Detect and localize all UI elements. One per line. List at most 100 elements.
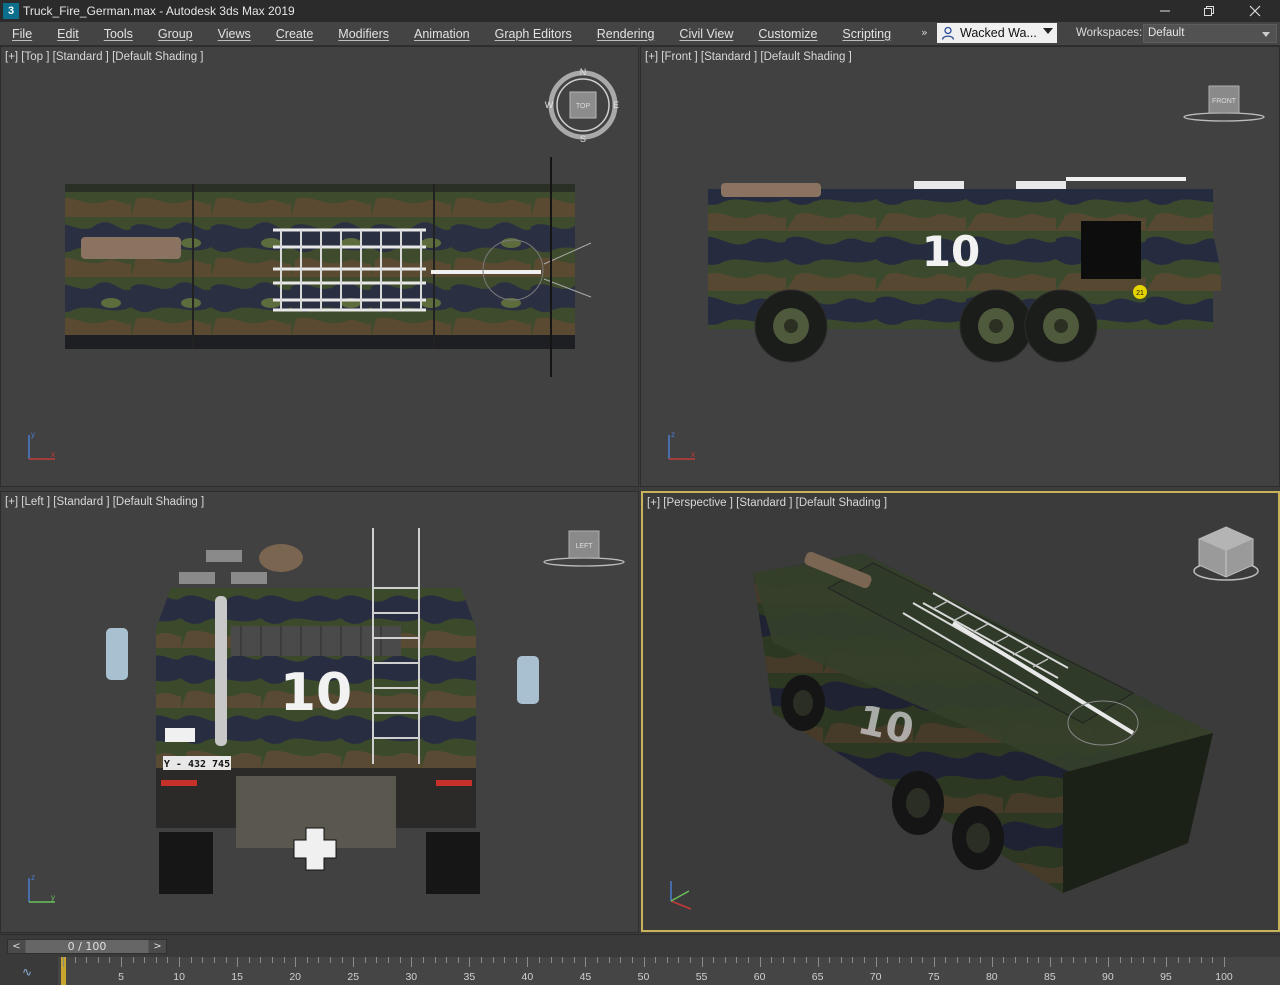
timeline-tick (620, 957, 622, 963)
viewcube-face-left: LEFT (575, 543, 593, 550)
timeline-tick (922, 957, 924, 963)
viewport-left[interactable]: [+] [Left ] [Standard ] [Default Shading… (0, 491, 639, 933)
timeline-tick (898, 957, 900, 963)
timeline-tick (771, 957, 773, 963)
restore-button[interactable] (1186, 0, 1232, 22)
menu-graph-editors[interactable]: Graph Editors (483, 27, 585, 41)
close-button[interactable] (1232, 0, 1278, 22)
timeline-tick (1107, 957, 1109, 967)
timeline-tick (167, 957, 169, 963)
timeline-tick (399, 957, 401, 963)
timeline-tick (422, 957, 424, 963)
menu-scripting[interactable]: Scripting (830, 27, 904, 41)
time-slider[interactable]: < 0 / 100 > (7, 939, 167, 954)
timeline-tick (213, 957, 215, 963)
viewcube[interactable]: FRONT (1181, 83, 1267, 123)
app-icon: 3 (3, 3, 19, 19)
minimize-button[interactable] (1142, 0, 1188, 22)
timeline-tick (1142, 957, 1144, 963)
workspace-value: Default (1148, 27, 1185, 39)
timeline-tick (539, 957, 540, 963)
window-title: Truck_Fire_German.max - Autodesk 3ds Max… (23, 4, 295, 18)
truck-model-front-view[interactable]: 10 21 (696, 171, 1236, 371)
timeline-tick (1073, 957, 1075, 963)
timeline-tick-label: 75 (927, 971, 940, 983)
timeline-tick-label: 10 (173, 971, 185, 983)
menu-edit[interactable]: Edit (45, 27, 92, 41)
svg-text:z: z (31, 873, 35, 882)
menu-animation[interactable]: Animation (402, 27, 483, 41)
menu-modifiers[interactable]: Modifiers (326, 27, 402, 41)
menu-file[interactable]: File (0, 27, 45, 41)
timeline-tick-label: 80 (985, 971, 998, 983)
timeline-tick (330, 957, 332, 963)
timeline-tick (376, 957, 378, 963)
menu-group[interactable]: Group (146, 27, 206, 41)
menu-bar: File Edit Tools Group Views Create Modif… (0, 22, 1280, 46)
menu-tools[interactable]: Tools (92, 27, 146, 41)
timeline-tick (469, 957, 471, 967)
timeline-tick (689, 957, 691, 963)
next-frame-button[interactable]: > (149, 940, 166, 953)
axis-gizmo (670, 881, 692, 910)
timeline-tick (446, 957, 448, 963)
timeline-tick (155, 957, 157, 963)
user-label: Wacked Wa... (960, 26, 1037, 40)
timeline-tick (132, 957, 134, 963)
timeline-bar: < 0 / 100 > ∿ 5 10 15 20 25 30 35 40 45 50 55 60 65 7… (0, 934, 1280, 985)
viewport-front[interactable]: [+] [Front ] [Standard ] [Default Shadin… (640, 46, 1280, 487)
timeline-tick (840, 957, 842, 963)
menu-overflow-button[interactable]: » (921, 26, 928, 39)
chevron-down-icon (1043, 28, 1053, 34)
viewport-label[interactable]: [+] [Perspective ] [Standard ] [Default … (647, 497, 887, 509)
timeline-tick (980, 957, 982, 963)
track-bar[interactable]: 5 10 15 20 25 30 35 40 45 50 55 60 65 70 75 80 85 90 95 100 (58, 957, 1280, 985)
timeline-tick (794, 957, 796, 963)
timeline-tick-label: 60 (753, 971, 766, 983)
menu-views[interactable]: Views (206, 27, 264, 41)
viewport-label[interactable]: [+] [Left ] [Standard ] [Default Shading… (5, 496, 204, 508)
svg-text:z: z (671, 430, 675, 439)
menu-create[interactable]: Create (264, 27, 327, 41)
timeline-tick (1119, 957, 1121, 963)
timeline-tick (643, 957, 645, 967)
timeline-tick (1131, 957, 1133, 963)
truck-model-perspective-view[interactable]: 10 (733, 533, 1233, 903)
timeline-tick (411, 957, 413, 967)
timeline-tick (318, 957, 320, 963)
timeline-tick (248, 957, 250, 963)
compass-west: W (545, 100, 554, 110)
timeline-tick (864, 957, 866, 963)
timeline-tick (515, 957, 517, 963)
timeline-tick (701, 957, 703, 967)
viewport-label[interactable]: [+] [Front ] [Standard ] [Default Shadin… (645, 51, 852, 63)
timeline-tick (875, 957, 877, 967)
timeline-tick (956, 957, 958, 963)
timeline-tick (655, 957, 657, 963)
viewport-top[interactable]: [+] [Top ] [Standard ] [Default Shading … (0, 46, 639, 487)
timeline-tick (480, 957, 482, 963)
viewcube[interactable]: LEFT (541, 528, 627, 568)
workspace-dropdown[interactable]: Default (1143, 24, 1277, 43)
timeline-tick (759, 957, 761, 967)
viewport-perspective[interactable]: [+] [Perspective ] [Standard ] [Default … (641, 491, 1280, 932)
viewcube-compass[interactable]: TOP N S E W (541, 63, 625, 147)
timeline-tick-label: 25 (347, 971, 360, 983)
user-account-button[interactable]: Wacked Wa... (937, 23, 1057, 43)
timeline-tick (585, 957, 587, 967)
timeline-tick (829, 957, 831, 963)
truck-model-top-view[interactable] (51, 157, 596, 379)
viewport-label[interactable]: [+] [Top ] [Standard ] [Default Shading … (5, 51, 204, 63)
timeline-tick (190, 957, 192, 963)
truck-model-left-view[interactable]: 10 Y - 432 745 (101, 528, 546, 900)
frame-readout: 0 / 100 (26, 940, 148, 953)
menu-rendering[interactable]: Rendering (585, 27, 668, 41)
menu-customize[interactable]: Customize (746, 27, 830, 41)
menu-civil-view[interactable]: Civil View (667, 27, 746, 41)
compass-south: S (580, 134, 586, 144)
chevron-down-icon (1262, 32, 1270, 37)
timeline-tick (271, 957, 273, 963)
curve-editor-icon[interactable]: ∿ (22, 965, 32, 979)
prev-frame-button[interactable]: < (8, 940, 25, 953)
timeline-tick (631, 957, 633, 963)
